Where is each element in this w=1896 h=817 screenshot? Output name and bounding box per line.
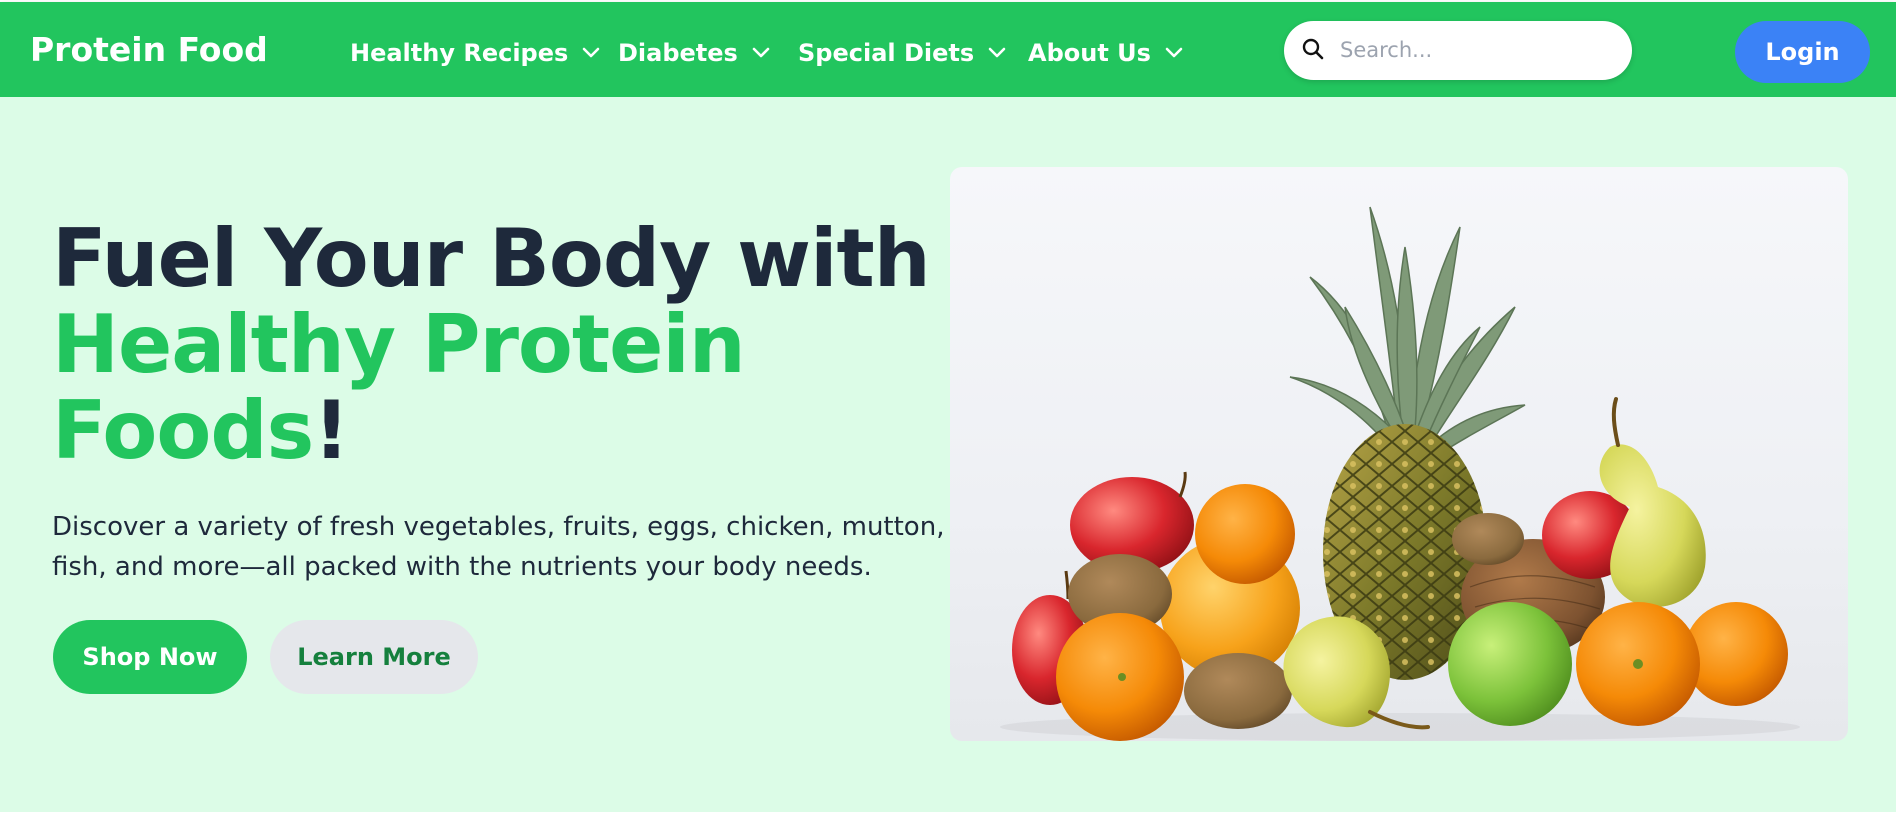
- hero-section: Fuel Your Body with Healthy Protein Food…: [0, 97, 1896, 812]
- nav-item-label: Special Diets: [798, 39, 975, 67]
- chevron-down-icon: [752, 47, 770, 58]
- headline-end: !: [313, 384, 349, 477]
- shop-now-button[interactable]: Shop Now: [53, 620, 247, 694]
- search-icon: [1302, 38, 1324, 60]
- chevron-down-icon: [582, 47, 600, 58]
- nav-item-special-diets[interactable]: Special Diets: [798, 38, 1006, 68]
- headline-accent: Healthy Protein Foods: [52, 298, 746, 477]
- brand-logo[interactable]: Protein Food: [30, 30, 268, 69]
- hero-fruit-image: [950, 167, 1848, 741]
- hero-headline: Fuel Your Body with Healthy Protein Food…: [52, 216, 932, 474]
- nav-item-healthy-recipes[interactable]: Healthy Recipes: [350, 38, 600, 68]
- login-button[interactable]: Login: [1735, 21, 1870, 83]
- nav-item-about-us[interactable]: About Us: [1028, 38, 1183, 68]
- chevron-down-icon: [1165, 47, 1183, 58]
- search-input[interactable]: [1340, 33, 1620, 67]
- headline-text: Fuel Your Body with: [52, 212, 931, 305]
- nav-item-label: About Us: [1028, 39, 1151, 67]
- fruit-illustration: [1000, 206, 1800, 741]
- nav-item-diabetes[interactable]: Diabetes: [618, 38, 770, 68]
- nav-item-label: Healthy Recipes: [350, 39, 569, 67]
- hero-description: Discover a variety of fresh vegetables, …: [52, 512, 945, 582]
- nav-item-label: Diabetes: [618, 39, 738, 67]
- learn-more-button[interactable]: Learn More: [270, 620, 478, 694]
- chevron-down-icon: [988, 47, 1006, 58]
- search-box: [1284, 21, 1632, 80]
- top-navbar: Protein Food Healthy Recipes Diabetes Sp…: [0, 2, 1896, 97]
